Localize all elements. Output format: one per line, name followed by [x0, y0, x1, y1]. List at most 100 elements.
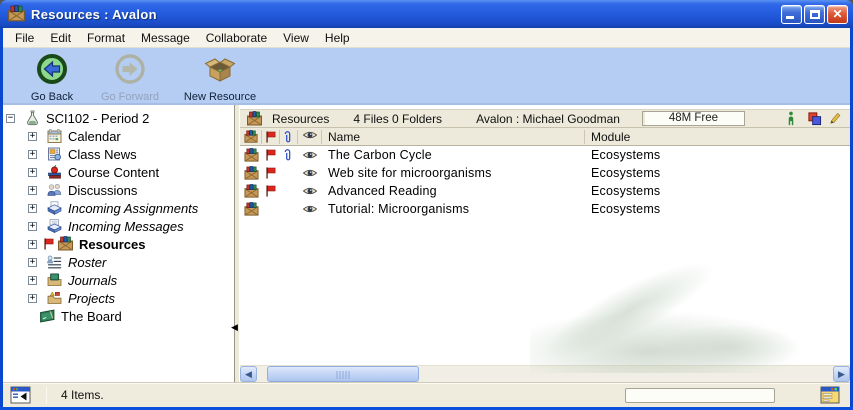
- resource-crate-icon: [244, 166, 259, 181]
- minimize-button[interactable]: [781, 5, 802, 24]
- menu-file[interactable]: File: [7, 29, 42, 47]
- toggle-panel-icon[interactable]: [10, 386, 32, 404]
- tree-item-label: SCI102 - Period 2: [46, 111, 149, 126]
- eye-icon[interactable]: [302, 149, 318, 161]
- column-name-header[interactable]: Name: [322, 130, 585, 144]
- go-back-label: Go Back: [13, 91, 91, 103]
- tree-item-course-root[interactable]: − SCI102 - Period 2: [3, 109, 234, 127]
- column-flag[interactable]: [262, 130, 280, 144]
- journal-folder-icon: [46, 272, 63, 288]
- scroll-right-button[interactable]: ▶: [833, 366, 850, 382]
- file-row[interactable]: Tutorial: Microorganisms Ecosystems: [240, 200, 850, 218]
- expand-plus-icon[interactable]: +: [28, 294, 37, 303]
- eye-icon[interactable]: [302, 167, 318, 179]
- maximize-icon: [810, 10, 820, 19]
- paperclip-icon: [282, 148, 297, 163]
- chalkboard-icon: [39, 308, 56, 324]
- column-type[interactable]: [240, 130, 262, 144]
- file-module: Ecosystems: [585, 166, 850, 180]
- expand-plus-icon[interactable]: +: [28, 276, 37, 285]
- column-viewed[interactable]: [298, 130, 322, 144]
- flag-icon: [264, 130, 278, 144]
- go-back-button[interactable]: Go Back: [13, 53, 91, 103]
- expand-plus-icon[interactable]: +: [28, 240, 37, 249]
- file-row[interactable]: Advanced Reading Ecosystems: [240, 182, 850, 200]
- tree-item-incoming-messages[interactable]: + Incoming Messages: [3, 217, 234, 235]
- background-watermark: [534, 245, 725, 374]
- tree-item-course-content[interactable]: + Course Content: [3, 163, 234, 181]
- tree-item-journals[interactable]: + Journals: [3, 271, 234, 289]
- title-bar[interactable]: Resources : Avalon ✕: [0, 0, 853, 28]
- scrollbar-track[interactable]: [257, 366, 833, 382]
- menu-edit[interactable]: Edit: [42, 29, 79, 47]
- menu-format[interactable]: Format: [79, 29, 133, 47]
- projects-folder-icon: [46, 290, 63, 306]
- file-list-body: The Carbon Cycle Ecosystems Web site for…: [240, 146, 850, 365]
- expand-plus-icon[interactable]: +: [28, 222, 37, 231]
- file-row[interactable]: The Carbon Cycle Ecosystems: [240, 146, 850, 164]
- expand-plus-icon[interactable]: +: [28, 258, 37, 267]
- free-space-indicator: 48M Free: [642, 111, 745, 126]
- eye-icon[interactable]: [302, 185, 318, 197]
- collapse-minus-icon[interactable]: −: [6, 114, 15, 123]
- file-row[interactable]: Web site for microorganisms Ecosystems: [240, 164, 850, 182]
- calendar-icon: [46, 128, 63, 144]
- scroll-left-button[interactable]: ◀: [240, 366, 257, 382]
- tree-item-class-news[interactable]: + Class News: [3, 145, 234, 163]
- background-watermark: [530, 311, 800, 373]
- news-icon: [46, 146, 63, 162]
- eye-icon[interactable]: [302, 203, 318, 215]
- maximize-button[interactable]: [804, 5, 825, 24]
- tree-item-label: The Board: [61, 309, 122, 324]
- menu-message[interactable]: Message: [133, 29, 198, 47]
- horizontal-scrollbar[interactable]: ◀ ▶: [240, 365, 850, 382]
- menu-collaborate[interactable]: Collaborate: [198, 29, 275, 47]
- resource-crate-icon: [57, 236, 74, 252]
- expand-plus-icon[interactable]: +: [28, 132, 37, 141]
- column-attachment[interactable]: [280, 130, 298, 144]
- messages-icon: [46, 218, 63, 234]
- tree-item-roster[interactable]: + Roster: [3, 253, 234, 271]
- copy-icon[interactable]: [807, 111, 821, 126]
- tree-item-resources[interactable]: + Resources: [3, 235, 234, 253]
- layout-view-icon[interactable]: [820, 386, 840, 404]
- file-module: Ecosystems: [585, 202, 850, 216]
- tree-item-label: Calendar: [68, 129, 121, 144]
- expand-plus-icon[interactable]: +: [28, 186, 37, 195]
- close-button[interactable]: ✕: [827, 5, 848, 24]
- tree-item-calendar[interactable]: + Calendar: [3, 127, 234, 145]
- summary-action-icons: [786, 111, 850, 126]
- roster-icon: [46, 254, 63, 270]
- flag-icon: [264, 166, 279, 181]
- people-icon: [46, 182, 63, 198]
- status-progress-box: [625, 388, 775, 403]
- tree-item-label: Course Content: [68, 165, 159, 180]
- window-title: Resources : Avalon: [31, 7, 779, 22]
- scrollbar-thumb[interactable]: [267, 366, 419, 382]
- menu-help[interactable]: Help: [317, 29, 358, 47]
- expand-plus-icon[interactable]: +: [28, 150, 37, 159]
- column-module-header[interactable]: Module: [585, 130, 850, 144]
- menu-view[interactable]: View: [275, 29, 317, 47]
- person-icon[interactable]: [786, 111, 800, 126]
- expand-plus-icon[interactable]: +: [28, 204, 37, 213]
- file-name: Advanced Reading: [322, 184, 585, 198]
- flag-icon: [264, 184, 279, 199]
- new-resource-label: New Resource: [175, 91, 265, 103]
- splitter-collapse-icon[interactable]: ◀: [231, 323, 238, 332]
- expand-plus-icon[interactable]: +: [28, 168, 37, 177]
- resource-crate-icon: [244, 184, 259, 199]
- eye-icon: [302, 129, 318, 144]
- tree-item-incoming-assignments[interactable]: + Incoming Assignments: [3, 199, 234, 217]
- tree-item-the-board[interactable]: The Board: [3, 307, 234, 325]
- go-back-icon: [36, 53, 68, 85]
- go-forward-button[interactable]: Go Forward: [91, 53, 169, 103]
- tree-item-discussions[interactable]: + Discussions: [3, 181, 234, 199]
- tree-item-label: Projects: [68, 291, 115, 306]
- resource-crate-icon: [244, 148, 259, 163]
- new-resource-button[interactable]: New Resource: [175, 53, 265, 103]
- pencil-icon[interactable]: [828, 111, 842, 126]
- tree-item-projects[interactable]: + Projects: [3, 289, 234, 307]
- file-name: The Carbon Cycle: [322, 148, 585, 162]
- flag-icon: [42, 237, 55, 251]
